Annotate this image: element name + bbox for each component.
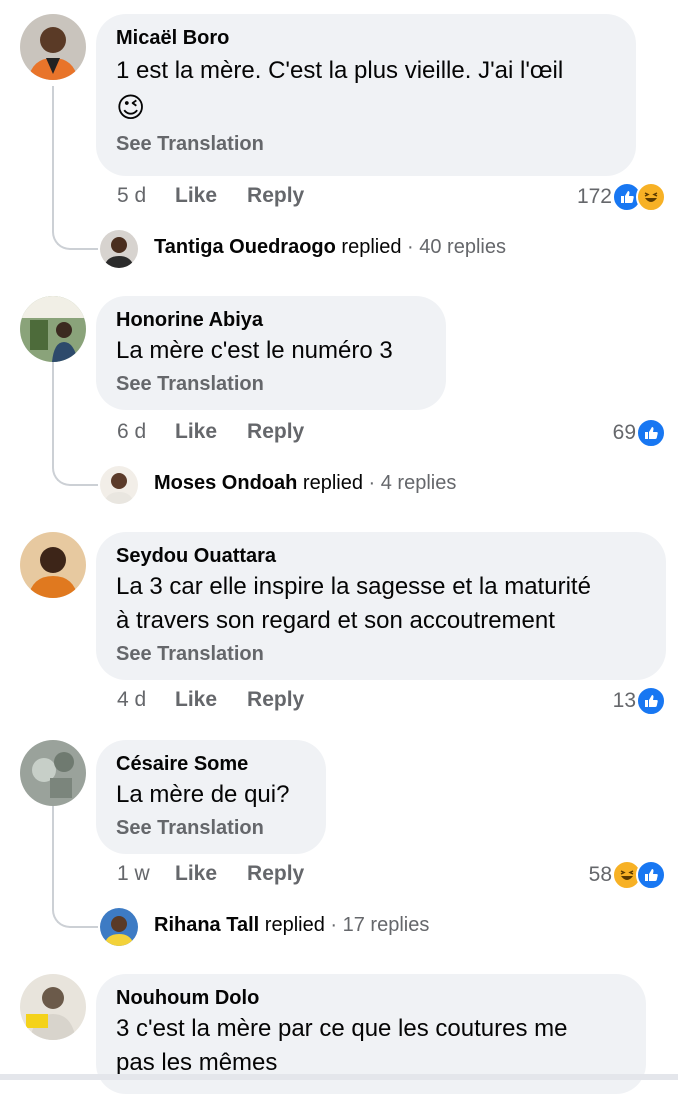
avatar[interactable] [20, 532, 86, 598]
comment-bubble: Micaël Boro 1 est la mère. C'est la plus… [96, 14, 636, 176]
reactions[interactable]: 69 [613, 418, 666, 448]
reply-avatar[interactable] [100, 908, 138, 946]
avatar[interactable] [20, 296, 86, 362]
like-reaction-icon [636, 686, 666, 716]
avatar[interactable] [20, 14, 86, 80]
reply-avatar[interactable] [100, 230, 138, 268]
reactions[interactable]: 58 [589, 860, 666, 890]
reply-author: Moses Ondoah [154, 472, 298, 494]
avatar[interactable] [20, 974, 86, 1040]
comment-actions: 1 w Like Reply [117, 862, 334, 886]
comment-author[interactable]: Nouhoum Dolo [116, 986, 626, 1010]
see-translation-link[interactable]: See Translation [116, 130, 616, 158]
view-replies-link[interactable]: Rihana Tall replied · 17 replies [154, 914, 429, 937]
reaction-count: 13 [612, 689, 636, 712]
comment-bubble: Honorine Abiya La mère c'est le numéro 3… [96, 296, 446, 410]
reply-count: · 40 replies [407, 236, 506, 258]
avatar[interactable] [20, 740, 86, 806]
like-reaction-icon [636, 418, 666, 448]
reactions[interactable]: 172 [577, 182, 666, 212]
like-button[interactable]: Like [175, 862, 217, 886]
comment-text: La mère de qui? [116, 781, 290, 808]
comment-author[interactable]: Césaire Some [116, 752, 306, 776]
comment-actions: 4 d Like Reply [117, 688, 334, 712]
bottom-divider [0, 1074, 678, 1080]
see-translation-link[interactable]: See Translation [116, 640, 646, 668]
reply-avatar[interactable] [100, 466, 138, 504]
reply-count: · 17 replies [330, 914, 430, 936]
comment-bubble: Césaire Some La mère de qui? See Transla… [96, 740, 326, 854]
see-translation-link[interactable]: See Translation [116, 370, 426, 398]
reaction-count: 58 [588, 863, 612, 886]
replied-label: replied [264, 914, 325, 936]
like-button[interactable]: Like [175, 184, 217, 208]
comment-author[interactable]: Seydou Ouattara [116, 544, 646, 568]
view-replies-link[interactable]: Tantiga Ouedraogo replied · 40 replies [154, 236, 506, 259]
comment-time: 4 d [117, 688, 147, 711]
comment-actions: 6 d Like Reply [117, 420, 334, 444]
thread-connector [52, 210, 98, 250]
comment-text: 1 est la mère. C'est la plus vieille. J'… [116, 57, 564, 84]
replied-label: replied [302, 472, 363, 494]
comment-text-line: La 3 car elle inspire la sagesse et la m… [116, 573, 591, 600]
reply-button[interactable]: Reply [247, 862, 304, 886]
reply-count: · 4 replies [368, 472, 457, 494]
like-button[interactable]: Like [175, 688, 217, 712]
comment-text: La mère c'est le numéro 3 [116, 337, 393, 364]
comment-time: 5 d [117, 184, 147, 207]
comment-text-line: à travers son regard et son accoutrement [116, 607, 555, 634]
reaction-count: 69 [612, 421, 636, 444]
comment-author[interactable]: Micaël Boro [116, 26, 616, 50]
comment-time: 1 w [117, 862, 150, 885]
comment-time: 6 d [117, 420, 147, 443]
comment-actions: 5 d Like Reply [117, 184, 334, 208]
replied-label: replied [341, 236, 402, 258]
like-reaction-icon [636, 860, 666, 890]
thread-line [52, 362, 54, 462]
comment-author[interactable]: Honorine Abiya [116, 308, 426, 332]
like-button[interactable]: Like [175, 420, 217, 444]
comment-bubble: Seydou Ouattara La 3 car elle inspire la… [96, 532, 666, 680]
reply-button[interactable]: Reply [247, 184, 304, 208]
wink-emoji: 😉 [116, 92, 146, 123]
thread-line [52, 86, 54, 226]
reply-button[interactable]: Reply [247, 688, 304, 712]
view-replies-link[interactable]: Moses Ondoah replied · 4 replies [154, 472, 456, 495]
reply-author: Rihana Tall [154, 914, 260, 936]
reaction-count: 172 [576, 185, 612, 208]
reactions[interactable]: 13 [613, 686, 666, 716]
reply-author: Tantiga Ouedraogo [154, 236, 336, 258]
reply-button[interactable]: Reply [247, 420, 304, 444]
haha-reaction-icon [636, 182, 666, 212]
thread-connector [52, 890, 98, 928]
comment-text-line: 3 c'est la mère par ce que les coutures … [116, 1015, 568, 1042]
thread-connector [52, 448, 98, 486]
see-translation-link[interactable]: See Translation [116, 814, 306, 842]
